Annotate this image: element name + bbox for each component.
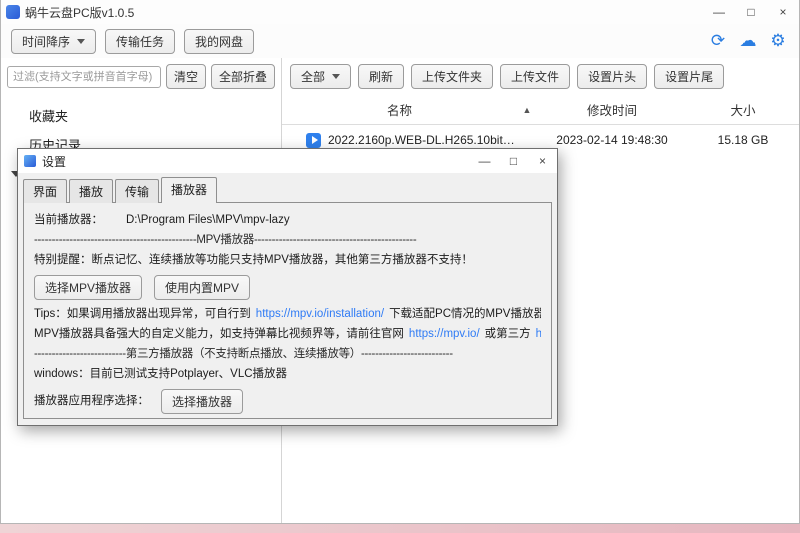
clear-filter-button[interactable]: 清空 (165, 64, 206, 89)
select-mpv-player-button[interactable]: 选择MPV播放器 (34, 275, 143, 300)
sidebar-item-label: 收藏夹 (29, 109, 69, 124)
tips-line: Tips：如果调用播放器出现异常，可自行到 https://mpv.io/ins… (34, 307, 541, 322)
player-select-label: 播放器应用程序选择： (34, 395, 149, 407)
toolbar-icons: ⟳ ☁ ⚙ (707, 30, 789, 52)
sort-asc-icon[interactable]: ▲ (517, 105, 537, 115)
tab-transfer[interactable]: 传输 (115, 179, 160, 203)
windows-support-line: windows：目前已测试支持Potplayer、VLC播放器 (34, 368, 288, 380)
mpv-info-middle: 或第三方 (484, 328, 531, 340)
mpv-info-line: MPV播放器具备强大的自定义能力，如支持弹幕比视频界等，请前往官网 https:… (34, 327, 541, 342)
filter-type-combo[interactable]: 全部 (290, 64, 352, 89)
settings-icon[interactable]: ⚙ (767, 30, 789, 52)
main-toolbar: 时间降序 传输任务 我的网盘 ⟳ ☁ ⚙ (1, 24, 799, 58)
titlebar: 蜗牛云盘PC版v1.0.5 — □ × (1, 0, 799, 24)
set-outro-button[interactable]: 设置片尾 (654, 64, 725, 89)
tab-playback[interactable]: 播放 (69, 179, 114, 203)
refresh-button[interactable]: 刷新 (358, 64, 405, 89)
collapse-all-button[interactable]: 全部折叠 (210, 64, 275, 89)
dialog-title: 设置 (42, 154, 67, 169)
transfer-tasks-button[interactable]: 传输任务 (105, 28, 176, 54)
column-header-size[interactable]: 大小 (687, 100, 799, 119)
file-size: 15.18 GB (717, 133, 769, 147)
update-icon[interactable]: ⟳ (707, 30, 729, 52)
current-player-path: D:\Program Files\MPV\mpv-lazy (126, 214, 290, 226)
use-builtin-mpv-button[interactable]: 使用内置MPV (154, 275, 251, 300)
sidebar-item-favorites[interactable]: 收藏夹 (1, 101, 281, 130)
mpv-site-link[interactable]: https://mpv.io/ (409, 327, 480, 342)
mpv-warning: 特别提醒：断点记忆、连续播放等功能只支持MPV播放器，其他第三方播放器不支持！ (34, 254, 473, 266)
window-controls: — □ × (703, 0, 799, 24)
set-intro-button[interactable]: 设置片头 (577, 64, 648, 89)
actions-row: 全部 刷新 上传文件夹 上传文件 设置片头 设置片尾 (282, 64, 799, 89)
filter-type-value: 全部 (301, 70, 326, 84)
dialog-titlebar: 设置 — □ × (18, 149, 557, 173)
mpv-buttons-row: 选择MPV播放器 使用内置MPV (34, 275, 541, 300)
video-file-icon (306, 132, 321, 148)
column-header-modified[interactable]: 修改时间 (537, 100, 687, 119)
current-player-line: 当前播放器： D:\Program Files\MPV\mpv-lazy (34, 213, 541, 228)
chevron-down-icon (332, 74, 341, 79)
current-player-label: 当前播放器： (34, 214, 103, 226)
select-player-button[interactable]: 选择播放器 (161, 389, 244, 414)
cloud-icon[interactable]: ☁ (737, 30, 759, 52)
play-glyph-icon (311, 136, 318, 144)
app-icon (6, 5, 20, 19)
mpv-installation-link[interactable]: https://mpv.io/installation/ (256, 307, 384, 322)
tips-suffix: 下载适配PC情况的MPV播放器即可。 (389, 308, 541, 320)
mpv-info-prefix: MPV播放器具备强大的自定义能力，如支持弹幕比视频界等，请前往官网 (34, 328, 404, 340)
minimize-button[interactable]: — (703, 0, 735, 24)
list-header: 名称 ▲ 修改时间 大小 (282, 95, 799, 125)
file-name: 2022.2160p.WEB-DL.H265.10bit.DDP.mkv (328, 133, 517, 147)
filter-row: 清空 全部折叠 (1, 64, 281, 89)
dialog-minimize-button[interactable]: — (470, 149, 499, 173)
settings-dialog: 设置 — □ × 界面 播放 传输 播放器 当前播放器： D:\Program … (17, 148, 558, 426)
upload-file-button[interactable]: 上传文件 (500, 64, 571, 89)
dialog-close-button[interactable]: × (528, 149, 557, 173)
file-modified: 2023-02-14 19:48:30 (556, 133, 668, 147)
maximize-button[interactable]: □ (735, 0, 767, 24)
tab-interface[interactable]: 界面 (23, 179, 68, 203)
sort-order-combo[interactable]: 时间降序 (11, 28, 97, 54)
player-select-row: 播放器应用程序选择： 选择播放器 (34, 389, 541, 414)
file-name-cell: 2022.2160p.WEB-DL.H265.10bit.DDP.mkv (282, 132, 537, 148)
chevron-down-icon (77, 38, 86, 44)
thirdparty-separator: --------------------------第三方播放器（不支持断点播放… (34, 348, 453, 360)
window-title: 蜗牛云盘PC版v1.0.5 (25, 5, 135, 20)
close-button[interactable]: × (767, 0, 799, 24)
hooke007-link[interactable]: https://hooke007.github.io/ (536, 327, 541, 342)
sort-order-value: 时间降序 (22, 34, 71, 49)
mpv-separator: ----------------------------------------… (34, 234, 417, 246)
dialog-maximize-button[interactable]: □ (499, 149, 528, 173)
column-header-name[interactable]: 名称 (282, 100, 517, 119)
tab-player[interactable]: 播放器 (161, 177, 218, 203)
tips-prefix: Tips：如果调用播放器出现异常，可自行到 (34, 308, 251, 320)
filter-input[interactable] (7, 65, 161, 88)
settings-tabs: 界面 播放 传输 播放器 (18, 173, 557, 203)
player-settings-pane: 当前播放器： D:\Program Files\MPV\mpv-lazy ---… (23, 202, 552, 419)
upload-folder-button[interactable]: 上传文件夹 (411, 64, 494, 89)
settings-dialog-icon (24, 155, 36, 167)
dialog-controls: — □ × (470, 149, 557, 173)
my-drive-button[interactable]: 我的网盘 (184, 28, 255, 54)
